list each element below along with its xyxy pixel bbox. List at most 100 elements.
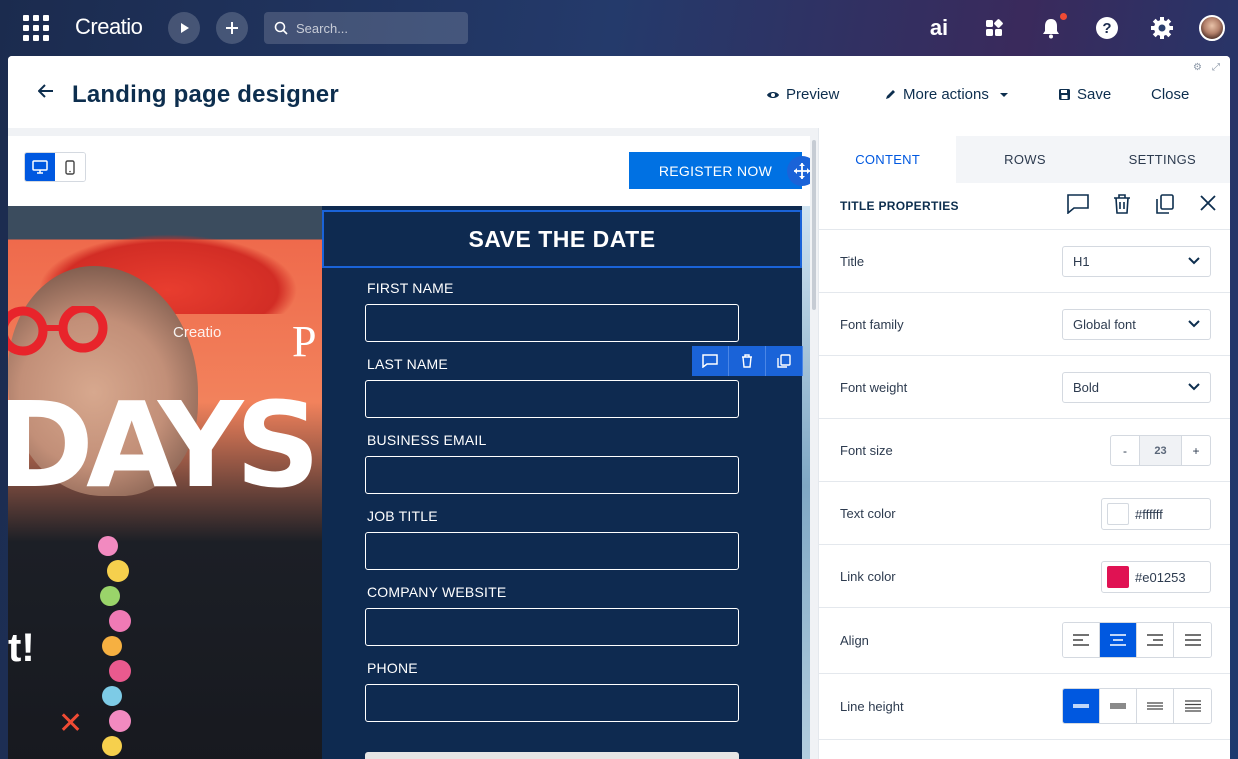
trash-icon[interactable] <box>1113 194 1131 214</box>
settings-gear-icon[interactable] <box>1148 14 1176 42</box>
prop-link-color-row: Link color #e01253 <box>819 545 1230 608</box>
business-email-field[interactable] <box>365 456 739 494</box>
play-icon <box>181 23 189 33</box>
ai-icon[interactable]: ai <box>925 14 953 42</box>
canvas-content: REGISTER NOW Creatio P DAYS t! ✕ SAVE TH… <box>8 136 810 759</box>
align-justify-button[interactable] <box>1174 623 1211 657</box>
mobile-view-button[interactable] <box>55 153 85 181</box>
back-arrow-icon[interactable] <box>37 84 54 103</box>
company-website-field[interactable] <box>365 608 739 646</box>
sunglasses-icon <box>8 306 108 356</box>
line-height-4-button[interactable] <box>1174 689 1211 723</box>
link-color-swatch[interactable] <box>1107 566 1129 588</box>
delete-block-button[interactable] <box>729 346 766 376</box>
creatio-logo[interactable]: Creatio <box>75 14 143 40</box>
text-color-picker[interactable]: #ffffff <box>1101 498 1211 530</box>
search-input[interactable]: Search... <box>264 12 468 44</box>
comment-block-button[interactable] <box>692 346 729 376</box>
preview-button[interactable]: Preview <box>766 86 839 103</box>
user-avatar[interactable] <box>1199 15 1225 41</box>
phone-icon <box>65 159 75 175</box>
chevron-down-icon <box>1188 383 1200 391</box>
close-icon[interactable] <box>1199 194 1217 212</box>
trash-icon <box>742 354 752 368</box>
top-bar: Creatio Search... ai ? <box>0 0 1238 56</box>
copy-icon[interactable] <box>1155 194 1175 214</box>
line-height-1-button[interactable] <box>1063 689 1100 723</box>
job-title-field[interactable] <box>365 532 739 570</box>
tab-settings[interactable]: SETTINGS <box>1094 136 1230 183</box>
properties-header: TITLE PROPERTIES <box>819 183 1230 230</box>
panel-tabs: CONTENT ROWS SETTINGS <box>819 136 1230 183</box>
brand-logo-text: Creatio <box>173 324 222 341</box>
search-icon <box>274 21 288 35</box>
job-title-label: JOB TITLE <box>367 508 438 524</box>
font-weight-select[interactable]: Bold <box>1062 372 1211 403</box>
add-button[interactable] <box>216 12 248 44</box>
align-right-button[interactable] <box>1137 623 1174 657</box>
designer-window: Landing page designer Preview More actio… <box>8 56 1230 759</box>
copy-icon <box>777 354 791 368</box>
save-button[interactable]: Save <box>1058 86 1111 103</box>
desktop-view-button[interactable] <box>25 153 55 181</box>
caret-down-icon <box>999 92 1008 97</box>
pencil-brush-icon <box>886 90 895 99</box>
close-button[interactable]: Close <box>1151 86 1189 103</box>
font-size-value[interactable]: 23 <box>1139 436 1182 465</box>
prop-align-row: Align <box>819 608 1230 674</box>
hero-section[interactable]: Creatio P DAYS t! ✕ SAVE THE DATE FIRST … <box>8 206 810 759</box>
prop-text-color-row: Text color #ffffff <box>819 482 1230 545</box>
svg-text:?: ? <box>1102 20 1111 37</box>
prop-title-row: Title H1 <box>819 230 1230 293</box>
first-name-label: FIRST NAME <box>367 280 454 296</box>
hero-photo[interactable]: Creatio P DAYS t! ✕ <box>8 206 322 759</box>
phone-label: PHONE <box>367 660 418 676</box>
page-title: Landing page designer <box>72 81 339 108</box>
first-name-field[interactable] <box>365 304 739 342</box>
tab-rows[interactable]: ROWS <box>956 136 1093 183</box>
canvas-scrollbar[interactable] <box>810 128 818 759</box>
tab-content[interactable]: CONTENT <box>819 136 957 183</box>
app-hub-icon[interactable] <box>980 14 1008 42</box>
line-height-2-button[interactable] <box>1100 689 1137 723</box>
block-toolbar <box>692 346 803 376</box>
business-email-label: BUSINESS EMAIL <box>367 432 487 448</box>
line-height-4-icon <box>1184 700 1201 712</box>
align-left-button[interactable] <box>1063 623 1100 657</box>
expand-icon[interactable]: ⤢ <box>1212 62 1220 73</box>
more-actions-button[interactable]: More actions <box>884 86 1015 103</box>
form-title-block[interactable]: SAVE THE DATE <box>322 210 802 268</box>
font-family-select[interactable]: Global font <box>1062 309 1211 340</box>
align-buttons <box>1062 622 1212 658</box>
submit-button-partial[interactable] <box>365 752 739 759</box>
last-name-field[interactable] <box>365 380 739 418</box>
align-center-button[interactable] <box>1100 623 1137 657</box>
duplicate-block-button[interactable] <box>766 346 803 376</box>
prop-line-height-row: Line height <box>819 674 1230 740</box>
run-process-button[interactable] <box>168 12 200 44</box>
eye-icon <box>767 91 779 98</box>
comment-icon[interactable] <box>1067 194 1089 214</box>
decrease-button[interactable]: - <box>1111 436 1139 465</box>
move-handle-icon[interactable] <box>787 156 810 186</box>
notification-dot <box>1060 13 1067 20</box>
search-placeholder: Search... <box>296 20 349 36</box>
line-height-buttons <box>1062 688 1212 724</box>
link-color-picker[interactable]: #e01253 <box>1101 561 1211 593</box>
comment-icon <box>702 354 718 368</box>
form-title[interactable]: SAVE THE DATE <box>468 226 655 253</box>
small-gear-icon[interactable]: ⚙ <box>1193 62 1202 73</box>
brand-letter: P <box>292 317 317 366</box>
hero-excl-text: t! <box>8 626 35 670</box>
text-color-swatch[interactable] <box>1107 503 1129 525</box>
x-mark-icon: ✕ <box>58 707 84 740</box>
increase-button[interactable]: + <box>1182 436 1210 465</box>
phone-field[interactable] <box>365 684 739 722</box>
line-height-3-button[interactable] <box>1137 689 1174 723</box>
register-now-button[interactable]: REGISTER NOW <box>629 152 802 189</box>
title-select[interactable]: H1 <box>1062 246 1211 277</box>
help-icon[interactable]: ? <box>1093 14 1121 42</box>
flower-lei-icon <box>98 536 131 756</box>
apps-grid-icon[interactable] <box>23 15 49 41</box>
prop-font-family-row: Font family Global font <box>819 293 1230 356</box>
